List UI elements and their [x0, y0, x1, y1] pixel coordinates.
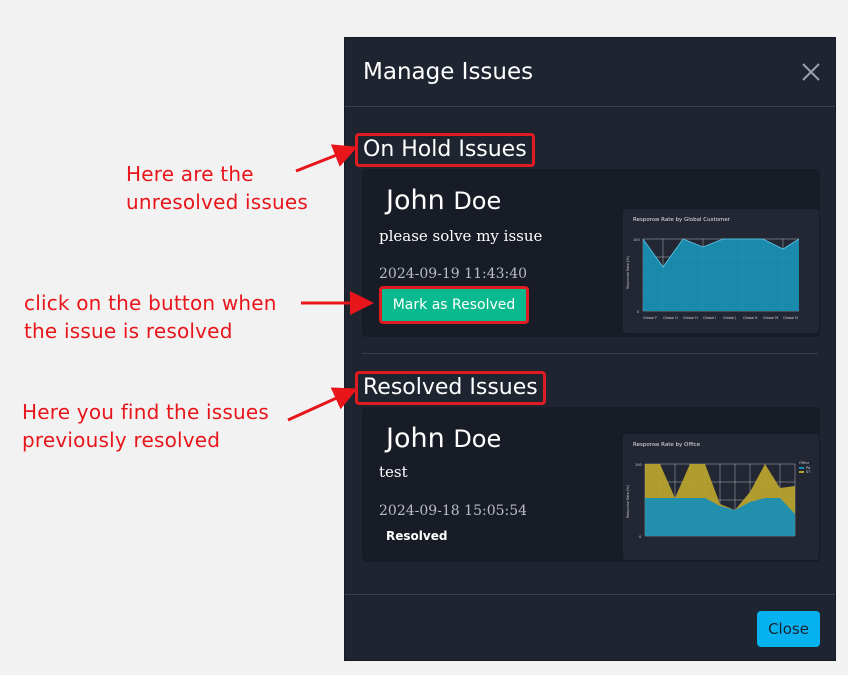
issue-chart-thumbnail: Response Rate by Global Customer 100 0 R… — [623, 209, 819, 333]
close-button[interactable]: Close — [757, 611, 820, 647]
issue-user-name: John Doe — [386, 185, 502, 216]
svg-text:0: 0 — [637, 310, 639, 314]
svg-text:ST: ST — [806, 470, 811, 474]
resolved-issues-title: Resolved Issues — [355, 371, 546, 405]
section-divider — [362, 353, 818, 354]
svg-text:Global G: Global G — [663, 316, 678, 320]
svg-text:Global K: Global K — [743, 316, 758, 320]
status-badge: Resolved — [386, 529, 448, 543]
svg-text:Response Rate (%): Response Rate (%) — [626, 484, 630, 518]
issue-card-resolved: John Doe test 2024-09-18 15:05:54 Resolv… — [362, 407, 820, 562]
modal-title: Manage Issues — [363, 59, 534, 85]
svg-text:100: 100 — [635, 463, 642, 467]
issue-chart-thumbnail: Response Rate by Office Office PA ST 100… — [623, 434, 819, 560]
modal-header: Manage Issues — [345, 38, 835, 107]
svg-text:Response Rate (%): Response Rate (%) — [626, 255, 630, 289]
annotation-unresolved: Here are the unresolved issues — [126, 162, 309, 214]
svg-text:Global N: Global N — [783, 316, 798, 320]
issue-message: test — [379, 463, 408, 481]
svg-text:0: 0 — [639, 535, 641, 539]
svg-text:Global M: Global M — [763, 316, 778, 320]
modal-footer: Close — [345, 594, 835, 661]
issue-date: 2024-09-18 15:05:54 — [379, 503, 528, 519]
svg-text:Global F: Global F — [643, 316, 657, 320]
issue-date: 2024-09-19 11:43:40 — [379, 266, 528, 282]
annotation-button: click on the button when the issue is re… — [24, 291, 277, 343]
svg-text:Global J: Global J — [723, 316, 736, 320]
issue-message: please solve my issue — [379, 227, 543, 245]
annotation-resolved: Here you find the issues previously reso… — [22, 400, 269, 452]
close-icon[interactable] — [801, 62, 821, 82]
mark-as-resolved-button[interactable]: Mark as Resolved — [379, 286, 529, 324]
svg-text:Global H: Global H — [683, 316, 698, 320]
issue-card-on-hold: John Doe please solve my issue 2024-09-1… — [362, 169, 820, 337]
chart-title: Response Rate by Global Customer — [633, 217, 731, 223]
chart-title: Response Rate by Office — [633, 442, 701, 448]
svg-text:Global I: Global I — [703, 316, 716, 320]
on-hold-issues-title: On Hold Issues — [355, 133, 535, 167]
svg-text:Office: Office — [799, 461, 809, 465]
manage-issues-modal: Manage Issues On Hold Issues John Doe pl… — [345, 38, 835, 660]
issue-user-name: John Doe — [386, 423, 502, 454]
arrow-to-resolved — [287, 387, 358, 422]
svg-text:100: 100 — [633, 238, 640, 242]
